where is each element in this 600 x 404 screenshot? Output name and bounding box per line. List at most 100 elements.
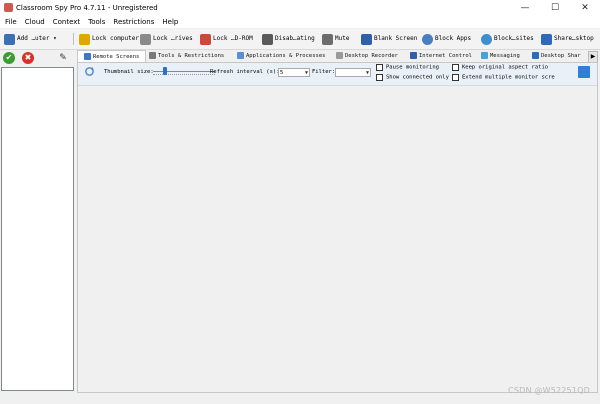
app-icon <box>4 3 13 12</box>
tab-label: Internet Control <box>419 53 472 59</box>
show-connected-only-checkbox[interactable]: Show connected only <box>376 74 449 81</box>
computer-list[interactable] <box>1 67 74 391</box>
menu-cloud[interactable]: Cloud <box>21 16 49 28</box>
lock-icon <box>79 33 90 45</box>
computer-list-toolbar: ✔ ✖ ✎ <box>0 50 74 68</box>
tab-desktop-recorder[interactable]: Desktop Recorder <box>336 51 398 62</box>
toolbar-divider <box>73 33 74 45</box>
lock-cdrom-label: Lock …D-ROM <box>213 35 253 42</box>
lock-computer-button[interactable]: Lock computer <box>79 32 139 46</box>
block-apps-label: Block Apps <box>435 35 472 42</box>
message-icon <box>481 52 488 59</box>
filter-select[interactable]: ▼ <box>335 68 371 77</box>
thumbnail-size-slider[interactable] <box>163 67 168 75</box>
refresh-interval-select[interactable]: 5 ▼ <box>278 68 310 77</box>
tab-messaging[interactable]: Messaging <box>481 51 520 62</box>
thumbnail-size-ticks <box>153 74 215 76</box>
refresh-interval-label: Refresh interval (s): <box>210 69 280 75</box>
blank-screen-button[interactable]: Blank Screen <box>361 32 417 46</box>
lock-cdrom-button[interactable]: Lock …D-ROM <box>200 32 253 46</box>
block-sites-button[interactable]: Block…sites <box>481 32 534 46</box>
pause-monitoring-checkbox[interactable]: Pause monitoring <box>376 64 439 71</box>
blank-screen-label: Blank Screen <box>374 35 418 42</box>
thumbnail-size-track[interactable] <box>153 71 215 72</box>
monitor-icon <box>410 52 417 59</box>
checkbox-box[interactable] <box>452 64 459 71</box>
extend-multiple-monitor-label: Extend multiple monitor scre <box>462 74 555 81</box>
computer-add-icon <box>4 33 15 45</box>
checkbox-box[interactable] <box>376 64 383 71</box>
pause-monitoring-label: Pause monitoring <box>386 64 439 71</box>
chevron-down-icon[interactable]: ▾ <box>53 35 57 42</box>
add-computer-label: Add …uter <box>17 35 50 42</box>
remove-icon[interactable]: ✖ <box>22 52 34 64</box>
menu-context[interactable]: Context <box>49 16 84 28</box>
tab-label: Remote Screens <box>93 54 140 60</box>
checkbox-box[interactable] <box>376 74 383 81</box>
sharing-disabled-icon <box>262 33 273 45</box>
mute-label: Mute <box>335 35 350 42</box>
share-desktop-label: Share…sktop <box>554 35 594 42</box>
globe-icon <box>481 33 492 45</box>
tab-desktop-share[interactable]: Desktop Shar <box>532 51 581 62</box>
keep-aspect-ratio-label: Keep original aspect ratio <box>462 64 549 71</box>
tab-label: Tools & Restrictions <box>158 53 225 59</box>
magnifier-icon <box>422 33 433 45</box>
tab-applications-processes[interactable]: Applications & Processes <box>237 51 325 62</box>
recorder-icon <box>336 52 343 59</box>
monitor-icon <box>361 33 372 45</box>
mute-icon <box>322 33 333 45</box>
remote-screens-options: Thumbnail size: Refresh interval (s): 5 … <box>78 63 597 86</box>
window-title: Classroom Spy Pro 4.7.11 - Unregistered <box>16 4 158 12</box>
lock-computer-label: Lock computer <box>92 35 139 42</box>
lock-drives-button[interactable]: Lock …rives <box>140 32 193 46</box>
tab-label: Desktop Shar <box>541 53 581 59</box>
main-toolbar: Add …uter ▾ Lock computer Lock …rives Lo… <box>0 29 600 50</box>
tab-label: Applications & Processes <box>246 53 326 59</box>
chevron-down-icon: ▼ <box>304 70 308 76</box>
lock-drives-label: Lock …rives <box>153 35 193 42</box>
refresh-interval-value: 5 <box>280 70 284 76</box>
refresh-icon[interactable] <box>84 66 95 77</box>
share-desktop-icon <box>541 33 552 45</box>
tab-label: Messaging <box>490 53 520 59</box>
add-computer-button[interactable]: Add …uter ▾ <box>4 32 57 46</box>
share-desktop-icon <box>532 52 539 59</box>
minimize-button[interactable]: — <box>510 0 540 16</box>
computer-list-pane: ✔ ✖ ✎ <box>0 50 74 391</box>
share-desktop-button[interactable]: Share…sktop <box>541 32 594 46</box>
extend-multiple-monitor-checkbox[interactable]: Extend multiple monitor scre <box>452 74 555 81</box>
title-bar: Classroom Spy Pro 4.7.11 - Unregistered … <box>0 0 600 16</box>
mute-button[interactable]: Mute <box>322 32 349 46</box>
menu-help[interactable]: Help <box>158 16 182 28</box>
tab-label: Desktop Recorder <box>345 53 398 59</box>
tools-icon <box>149 52 156 59</box>
block-sites-label: Block…sites <box>494 35 534 42</box>
block-apps-button[interactable]: Block Apps <box>422 32 471 46</box>
disable-sharing-label: Disab…ating <box>275 35 315 42</box>
edit-icon[interactable]: ✎ <box>57 52 69 64</box>
remote-screens-panel: Thumbnail size: Refresh interval (s): 5 … <box>77 62 598 393</box>
screens-icon <box>84 53 91 60</box>
chevron-down-icon: ▼ <box>365 70 369 76</box>
tab-tools-restrictions[interactable]: Tools & Restrictions <box>149 51 224 62</box>
check-icon[interactable]: ✔ <box>3 52 15 64</box>
export-icon[interactable] <box>578 66 590 78</box>
menu-file[interactable]: File <box>1 16 21 28</box>
cdrom-lock-icon <box>200 33 211 45</box>
magnifier-icon <box>237 52 244 59</box>
screens-viewport[interactable] <box>78 86 597 392</box>
menu-tools[interactable]: Tools <box>84 16 109 28</box>
close-button[interactable]: ✕ <box>570 0 600 16</box>
checkbox-box[interactable] <box>452 74 459 81</box>
tab-internet-control[interactable]: Internet Control <box>410 51 472 62</box>
keep-aspect-ratio-checkbox[interactable]: Keep original aspect ratio <box>452 64 548 71</box>
menu-restrictions[interactable]: Restrictions <box>109 16 158 28</box>
thumbnail-size-label: Thumbnail size: <box>104 69 154 75</box>
menu-bar: File Cloud Context Tools Restrictions Help <box>0 16 600 28</box>
disable-sharing-button[interactable]: Disab…ating <box>262 32 315 46</box>
watermark-text: CSDN @W52251QD <box>508 386 590 395</box>
drive-lock-icon <box>140 33 151 45</box>
maximize-button[interactable]: ☐ <box>540 0 570 16</box>
show-connected-only-label: Show connected only <box>386 74 449 81</box>
